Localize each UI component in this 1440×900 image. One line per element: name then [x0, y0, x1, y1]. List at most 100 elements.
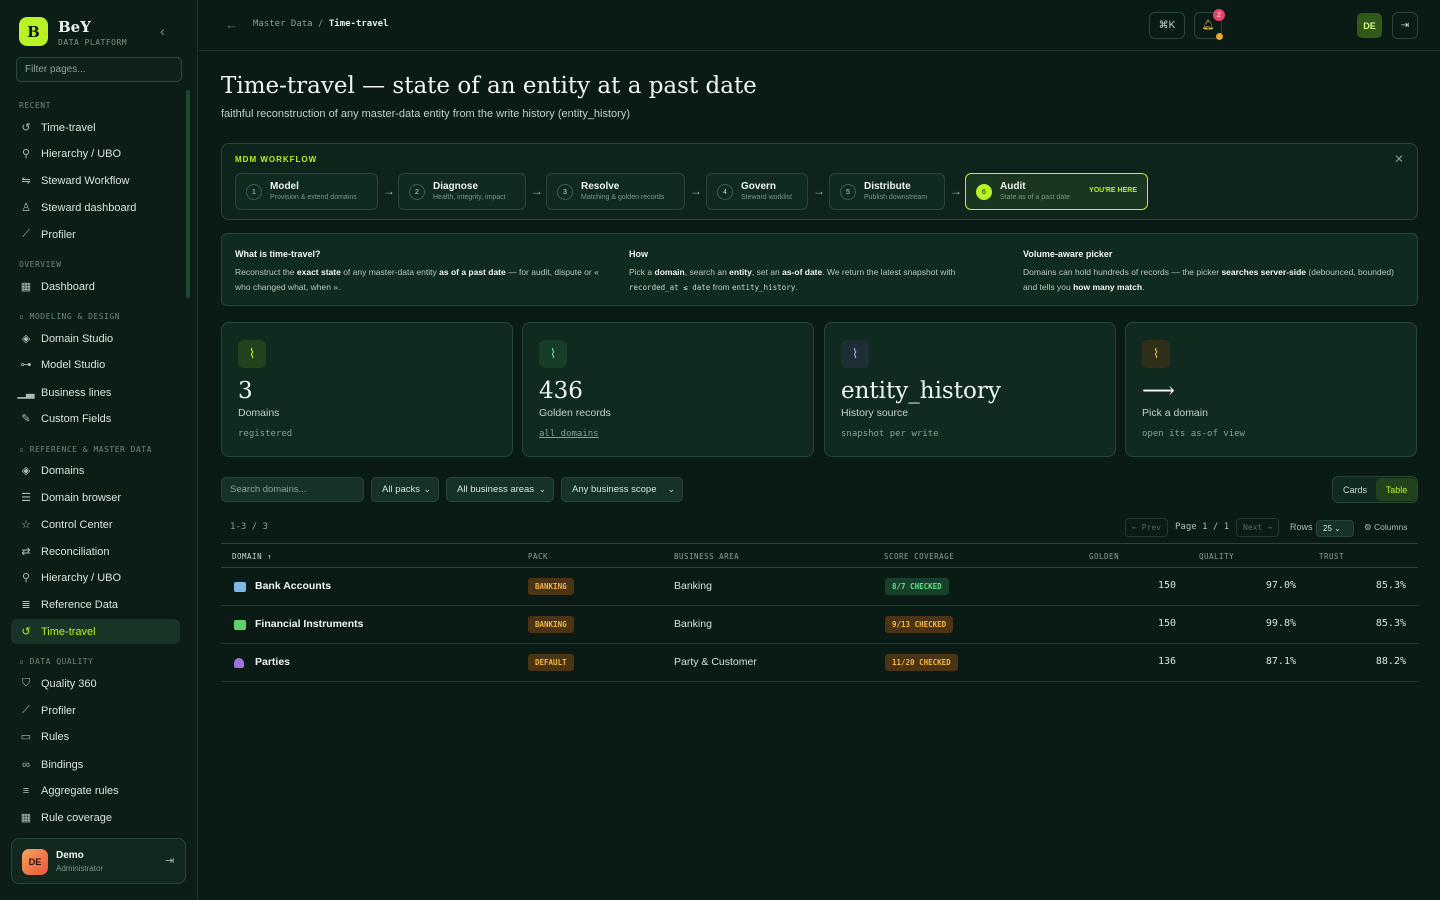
- code: recorded_at ≤ date: [629, 283, 711, 292]
- breadcrumb-parent[interactable]: Master Data: [253, 19, 313, 29]
- cards-view-button[interactable]: Cards: [1334, 478, 1376, 501]
- language-switch[interactable]: DE: [1357, 13, 1382, 38]
- sidebar-item-profiler-recent[interactable]: ⟋ Profiler: [11, 222, 180, 247]
- domain-name[interactable]: Parties: [255, 656, 290, 668]
- next-page-button[interactable]: Next →: [1236, 518, 1279, 537]
- domain-name[interactable]: Bank Accounts: [255, 580, 331, 592]
- result-count: 1-3 / 3: [230, 522, 268, 532]
- sidebar-item-time-travel-recent[interactable]: ↺ Time-travel: [11, 115, 180, 140]
- sidebar-item-dashboard[interactable]: ▦ Dashboard: [11, 274, 180, 299]
- collapse-sidebar-icon[interactable]: ‹: [160, 23, 165, 39]
- sidebar-item-model-studio[interactable]: ⊶ Model Studio: [11, 352, 180, 377]
- breadcrumb-separator: /: [318, 19, 324, 29]
- user-card[interactable]: DE Demo Administrator ⇥: [11, 838, 186, 884]
- section-modeling-label: MODELING & DESIGN: [29, 312, 121, 321]
- sidebar-item-label: Steward Workflow: [41, 174, 130, 187]
- sidebar-item-aggregate-rules[interactable]: ≡ Aggregate rules: [11, 778, 180, 803]
- info-how: How Pick a domain, search an entity, set…: [629, 249, 999, 295]
- sidebar-item-rules[interactable]: ▭ Rules: [11, 724, 180, 749]
- sidebar-item-hierarchy-recent[interactable]: ⚲ Hierarchy / UBO: [11, 141, 180, 166]
- sidebar-item-profiler[interactable]: ⟋ Profiler: [11, 698, 180, 723]
- text: Reconstruct the: [235, 267, 297, 277]
- clipboard-icon: ▭: [20, 731, 32, 743]
- sidebar-item-steward-dashboard[interactable]: ♙ Steward dashboard: [11, 195, 180, 220]
- table-row[interactable]: Bank Accounts BANKING Banking 8/7 CHECKE…: [221, 568, 1418, 606]
- domain-name[interactable]: Financial Instruments: [255, 618, 364, 630]
- sidebar-item-rule-coverage[interactable]: ▦ Rule coverage: [11, 805, 180, 830]
- section-recent: RECENT: [19, 101, 51, 110]
- column-header-quality[interactable]: QUALITY: [1199, 552, 1234, 561]
- step-number: 3: [557, 184, 573, 200]
- table-view-button[interactable]: Table: [1376, 478, 1417, 501]
- sidebar-scrollbar[interactable]: [186, 90, 190, 298]
- kpi-card-pick-domain[interactable]: ⌇ ⟶ Pick a domain open its as-of view: [1125, 322, 1417, 457]
- column-header-domain[interactable]: DOMAIN ↑: [232, 552, 272, 561]
- workflow-step-diagnose[interactable]: 2 Diagnose Health, integrity, impact: [398, 173, 526, 210]
- workflow-step-resolve[interactable]: 3 Resolve Matching & golden records: [546, 173, 685, 210]
- user-icon: ♙: [21, 202, 31, 214]
- info-what-text: Reconstruct the exact state of any maste…: [235, 265, 615, 295]
- filter-icon: ≡: [22, 784, 30, 797]
- sidebar-item-steward-workflow[interactable]: ⇋ Steward Workflow: [11, 168, 180, 193]
- back-arrow-icon[interactable]: ←: [225, 17, 238, 32]
- sidebar-item-domains[interactable]: ◈ Domains: [11, 458, 180, 483]
- kpi-footnote[interactable]: all domains: [539, 429, 599, 439]
- chevron-down-icon: ⌄: [1334, 524, 1341, 533]
- table-row[interactable]: Financial Instruments BANKING Banking 9/…: [221, 606, 1418, 644]
- workflow-step-audit[interactable]: 6 Audit State as of a past date YOU'RE H…: [965, 173, 1148, 210]
- user-role: Administrator: [56, 864, 104, 873]
- sidebar-item-business-lines[interactable]: ▁▃ Business lines: [11, 380, 180, 405]
- coverage-badge: 9/13 CHECKED: [885, 616, 954, 633]
- sidebar-item-control-center[interactable]: ☆ Control Center: [11, 512, 180, 537]
- prev-page-button[interactable]: ← Prev: [1125, 518, 1168, 537]
- arrow-right-icon: →: [383, 184, 395, 198]
- sidebar-item-reference-data[interactable]: ≣ Reference Data: [11, 592, 180, 617]
- column-header-golden[interactable]: GOLDEN: [1089, 552, 1119, 561]
- model-icon: ⊶: [20, 359, 32, 371]
- sidebar-item-reconciliation[interactable]: ⇄ Reconciliation: [11, 539, 180, 564]
- column-header-trust[interactable]: TRUST: [1319, 552, 1344, 561]
- brand-name: BeY: [58, 18, 91, 36]
- close-icon[interactable]: ✕: [1394, 152, 1404, 166]
- text: .: [1142, 282, 1145, 292]
- business-scope-select[interactable]: Any business scope ⌄: [561, 477, 683, 502]
- rows-per-page-select[interactable]: 25 ⌄: [1316, 520, 1354, 537]
- sidebar-item-domain-browser[interactable]: ☰ Domain browser: [11, 485, 180, 510]
- workflow-step-model[interactable]: 1 Model Provision & extend domains: [235, 173, 378, 210]
- topbar: ← Master Data / Time-travel ⌘K 🔔︎ 2 DE ⇥: [199, 0, 1440, 51]
- quality-value: 97.0%: [1265, 580, 1296, 591]
- kpi-card-domains: ⌇ 3 Domains registered: [221, 322, 513, 457]
- business-areas-select[interactable]: All business areas ⌄: [446, 477, 554, 502]
- sidebar-item-bindings[interactable]: ∞ Bindings: [11, 752, 180, 777]
- sidebar-item-domain-studio[interactable]: ◈ Domain Studio: [11, 326, 180, 351]
- table-row[interactable]: Parties DEFAULT Party & Customer 11/20 C…: [221, 644, 1418, 682]
- column-header-score-coverage[interactable]: SCORE COVERAGE: [884, 552, 954, 561]
- text: exact state: [296, 267, 341, 277]
- step-desc: Matching & golden records: [581, 194, 665, 201]
- search-domains-input[interactable]: Search domains...: [221, 477, 364, 502]
- swap-icon: ⇄: [21, 546, 31, 558]
- sidebar-item-time-travel[interactable]: ↺ Time-travel: [11, 619, 180, 644]
- text: , search an: [684, 267, 730, 277]
- brand-logo[interactable]: B: [19, 17, 48, 46]
- logout-icon[interactable]: ⇥: [165, 854, 174, 867]
- step-desc: State as of a past date: [1000, 194, 1071, 201]
- filter-pages-input[interactable]: Filter pages...: [16, 57, 182, 82]
- workflow-step-govern[interactable]: 4 Govern Steward worklist: [706, 173, 808, 210]
- logout-button[interactable]: ⇥: [1392, 12, 1418, 39]
- sidebar-item-hierarchy[interactable]: ⚲ Hierarchy / UBO: [11, 565, 180, 590]
- column-header-business-area[interactable]: BUSINESS AREA: [674, 552, 739, 561]
- sidebar-item-quality-360[interactable]: ⛉ Quality 360: [11, 671, 180, 696]
- current-step-badge: YOU'RE HERE: [1089, 187, 1137, 194]
- chevron-down-icon: ⌄: [538, 484, 546, 494]
- command-palette-button[interactable]: ⌘K: [1149, 12, 1185, 39]
- arrow-right-icon: →: [531, 184, 543, 198]
- sidebar-item-custom-fields[interactable]: ✎ Custom Fields: [11, 406, 180, 431]
- workflow-step-distribute[interactable]: 5 Distribute Publish downstream: [829, 173, 945, 210]
- text: as-of date: [782, 267, 823, 277]
- column-header-pack[interactable]: PACK: [528, 552, 548, 561]
- packs-select[interactable]: All packs ⌄: [371, 477, 439, 502]
- columns-button[interactable]: ⚙ Columns: [1364, 522, 1408, 533]
- view-toggle: Cards Table: [1332, 476, 1418, 503]
- sidebar-item-label: Time-travel: [41, 625, 96, 638]
